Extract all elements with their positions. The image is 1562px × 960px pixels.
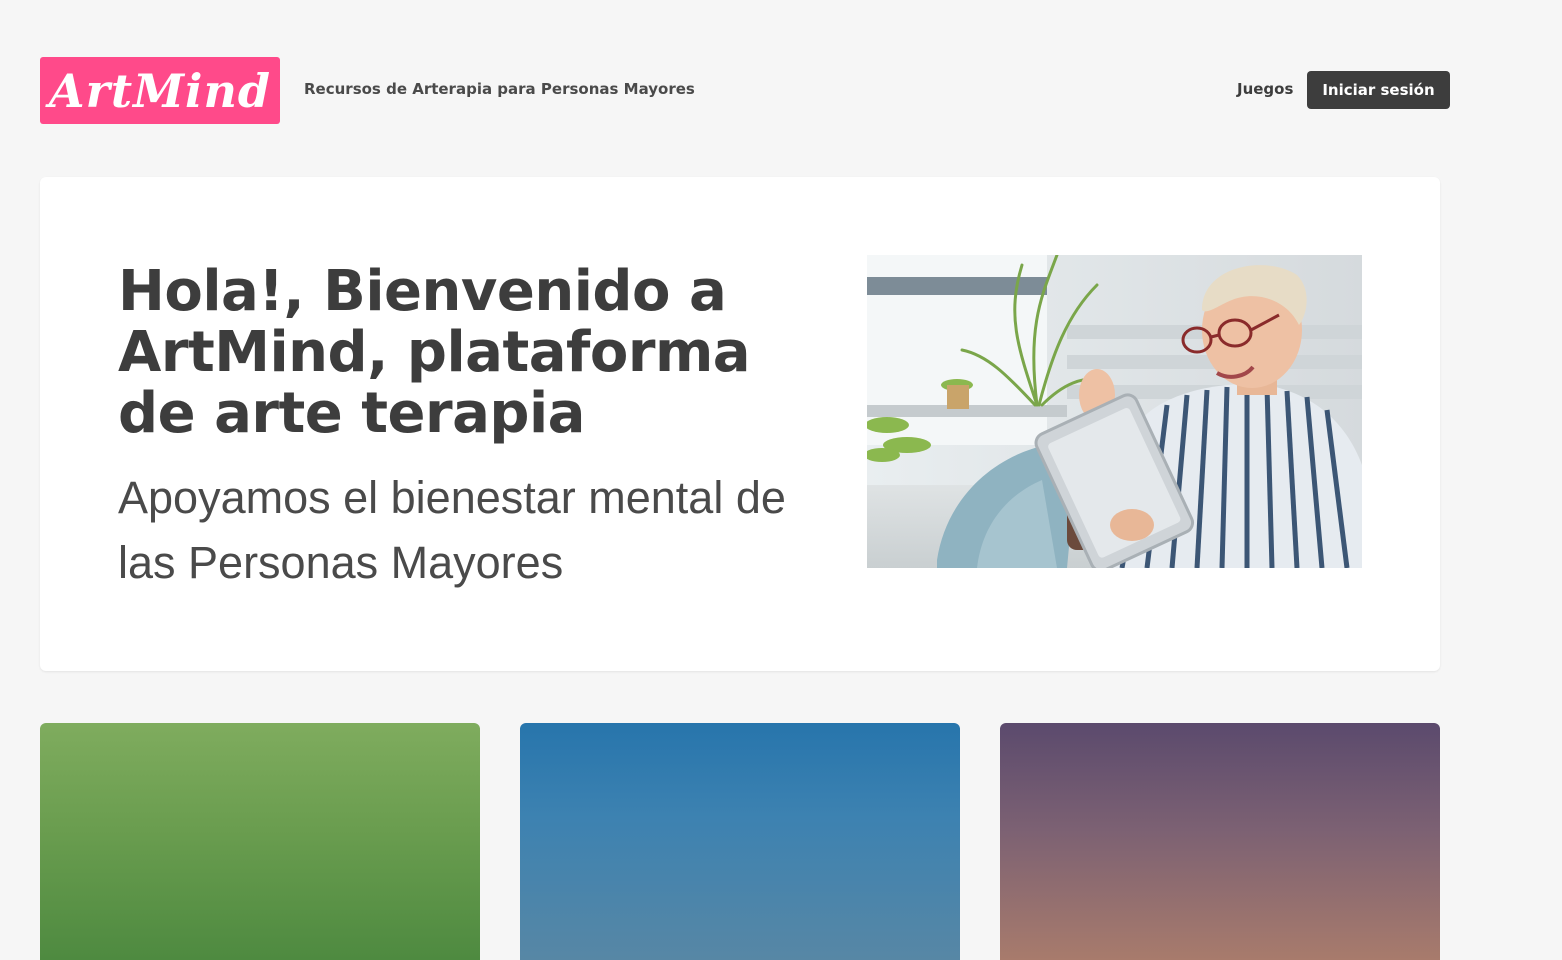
category-card-blue[interactable] <box>520 723 960 960</box>
hero-card: Hola!, Bienvenido a ArtMind, plataforma … <box>40 177 1440 671</box>
nav-link-juegos[interactable]: Juegos <box>1237 80 1293 98</box>
site-header: ArtMind Recursos de Arterapia para Perso… <box>0 0 1562 150</box>
hero-subtitle: Apoyamos el bienestar mental de las Pers… <box>118 472 786 588</box>
logo-text: ArtMind <box>48 63 272 118</box>
category-card-purple[interactable] <box>1000 723 1440 960</box>
category-cards <box>0 723 1562 960</box>
login-button[interactable]: Iniciar sesión <box>1307 71 1450 109</box>
hero-title: Hola!, Bienvenido a ArtMind, plataforma … <box>118 259 751 446</box>
category-card-green[interactable] <box>40 723 480 960</box>
site-tagline: Recursos de Arterapia para Personas Mayo… <box>304 80 695 98</box>
hero-photo <box>867 255 1362 568</box>
artmind-logo[interactable]: ArtMind <box>40 57 280 124</box>
elderly-woman-tablet-photo <box>867 255 1362 568</box>
